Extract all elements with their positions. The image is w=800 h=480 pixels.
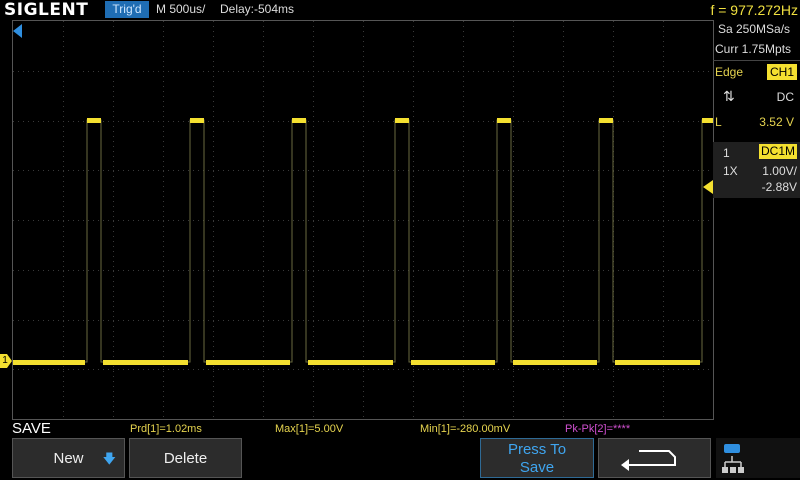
waveform-high-segment xyxy=(190,118,204,123)
channel1-info-box[interactable]: 1 DC1M 1X 1.00V/ -2.88V xyxy=(713,142,800,198)
waveform-high-segment xyxy=(292,118,306,123)
press-to-save-line2: Save xyxy=(519,459,555,476)
trigger-source-badge: CH1 xyxy=(767,64,797,80)
channel-number: 1 xyxy=(723,146,730,160)
measurement-pkpk: Pk-Pk[2]=**** xyxy=(565,423,631,435)
waveform-high-segment xyxy=(87,118,101,123)
press-to-save-button[interactable]: Press To Save xyxy=(480,438,594,478)
waveform-high-segment xyxy=(497,118,511,123)
frequency-readout: f = 977.272Hz xyxy=(710,2,798,18)
waveform-high-segment xyxy=(599,118,613,123)
sample-rate: Sa 250MSa/s xyxy=(718,22,791,36)
channel-coupling-badge: DC1M xyxy=(759,144,797,159)
trigger-coupling: DC xyxy=(776,90,794,104)
new-button[interactable]: New 🡇 xyxy=(12,438,125,478)
probe-attenuation: 1X xyxy=(723,164,738,178)
trigger-level-label: L xyxy=(715,115,722,129)
network-status-area[interactable] xyxy=(716,438,800,478)
menu-title: SAVE xyxy=(12,420,51,437)
arrow-down-icon: 🡇 xyxy=(102,451,116,466)
trigger-status-badge: Trig'd xyxy=(105,1,149,18)
waveform-low-segment xyxy=(615,360,700,365)
waveform-low-segment xyxy=(411,360,495,365)
trigger-level-marker[interactable] xyxy=(703,180,713,194)
delete-button[interactable]: Delete xyxy=(129,438,242,478)
measurement-max: Max[1]=5.00V xyxy=(275,423,344,435)
waveform-high-segment xyxy=(395,118,409,123)
channel1-marker-label: 1 xyxy=(2,355,8,366)
timebase-readout: M 500us/ xyxy=(156,2,206,16)
right-info-panel: Sa 250MSa/s Curr 1.75Mpts Edge CH1 ⇅ DC … xyxy=(713,20,800,418)
delay-readout: Delay:-504ms xyxy=(220,2,295,16)
press-to-save-line1: Press To xyxy=(507,441,567,458)
trigger-type: Edge xyxy=(715,65,744,79)
measurement-min: Min[1]=-280.00mV xyxy=(420,423,511,435)
return-arrow-icon xyxy=(621,450,676,471)
network-status-icon xyxy=(722,444,744,473)
vertical-scale: 1.00V/ xyxy=(762,164,797,178)
waveform-low-segment xyxy=(206,360,290,365)
trigger-position-marker xyxy=(13,24,23,38)
waveform-low-segment xyxy=(308,360,393,365)
return-button[interactable] xyxy=(598,438,711,478)
trigger-level: 3.52 V xyxy=(759,115,794,129)
waveform-low-segment xyxy=(13,360,85,365)
waveform-low-segment xyxy=(513,360,597,365)
measurement-period: Prd[1]=1.02ms xyxy=(130,423,202,435)
brand-logo: SIGLENT xyxy=(4,0,89,20)
waveform-grid xyxy=(13,21,713,419)
vertical-offset: -2.88V xyxy=(761,180,797,194)
waveform-high-segment xyxy=(702,118,713,123)
memory-depth: Curr 1.75Mpts xyxy=(715,42,792,56)
waveform-low-segment xyxy=(103,360,188,365)
waveform-display xyxy=(12,20,714,420)
new-button-label: New xyxy=(53,450,84,467)
rising-falling-slope-icon: ⇅ xyxy=(723,88,735,104)
